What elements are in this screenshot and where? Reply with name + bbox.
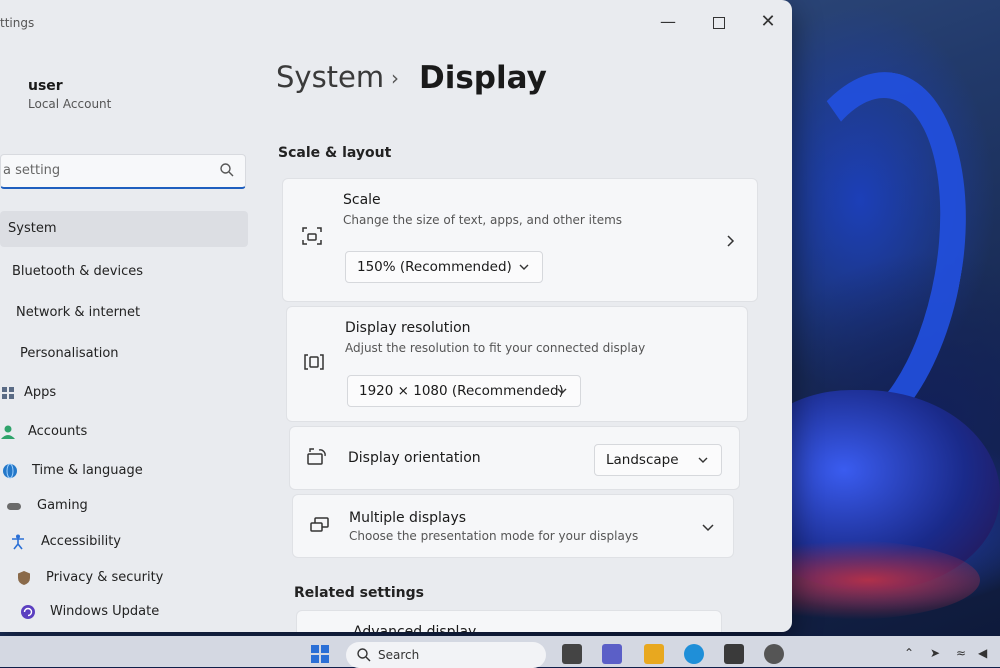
sidebar-item-label: Bluetooth & devices xyxy=(12,264,143,279)
app-title: ttings xyxy=(0,16,35,30)
task-view-icon[interactable] xyxy=(562,644,582,664)
chevron-right-icon[interactable] xyxy=(723,234,737,248)
resolution-value: 1920 × 1080 (Recommended) xyxy=(359,383,564,399)
resolution-card[interactable]: Display resolution Adjust the resolution… xyxy=(286,306,748,422)
scale-card[interactable]: Scale Change the size of text, apps, and… xyxy=(282,178,758,302)
orientation-card[interactable]: Display orientation Landscape xyxy=(289,426,740,490)
apps-icon xyxy=(2,387,14,399)
store-icon[interactable] xyxy=(724,644,744,664)
sidebar-item-bluetooth[interactable]: Bluetooth & devices xyxy=(12,254,242,290)
scale-dropdown[interactable]: 150% (Recommended) xyxy=(345,251,543,283)
resolution-dropdown[interactable]: 1920 × 1080 (Recommended) xyxy=(347,375,581,407)
taskbar-search[interactable]: Search xyxy=(346,642,546,668)
minimize-icon: — xyxy=(660,12,676,31)
advanced-display-title: Advanced display xyxy=(353,624,477,632)
chevron-down-icon xyxy=(519,264,529,270)
sidebar-item-accessibility[interactable]: Accessibility xyxy=(10,524,260,560)
edge-browser-icon[interactable] xyxy=(684,644,704,664)
sidebar-item-label: Network & internet xyxy=(16,305,141,320)
globe-icon xyxy=(3,463,17,479)
wifi-icon[interactable]: ≈ xyxy=(956,646,966,660)
multiple-displays-card[interactable]: Multiple displays Choose the presentatio… xyxy=(292,494,734,558)
shield-icon xyxy=(18,571,30,585)
chevron-up-icon[interactable]: ⌃ xyxy=(904,646,914,660)
sidebar-item-label: Personalisation xyxy=(20,346,119,361)
page-title: Display xyxy=(419,60,547,96)
search-icon xyxy=(220,163,234,177)
chevron-down-icon xyxy=(698,457,708,463)
sidebar-item-network[interactable]: Network & internet xyxy=(16,295,246,331)
scale-title: Scale xyxy=(343,192,381,208)
settings-window: ttings — ✕ user Local Account a setting … xyxy=(0,0,792,632)
person-icon xyxy=(1,425,15,439)
minimize-button[interactable]: — xyxy=(648,10,688,34)
sidebar-item-label: Time & language xyxy=(32,463,143,478)
orientation-title: Display orientation xyxy=(348,450,481,466)
breadcrumb-parent[interactable]: System xyxy=(276,60,384,94)
settings-gear-icon[interactable] xyxy=(764,644,784,664)
orientation-icon xyxy=(307,448,326,465)
close-button[interactable]: ✕ xyxy=(748,10,788,34)
sidebar-item-time-language[interactable]: Time & language xyxy=(2,453,252,489)
sidebar-item-privacy[interactable]: Privacy & security xyxy=(16,560,266,596)
sidebar-item-label: Gaming xyxy=(37,498,88,513)
advanced-display-card[interactable]: Advanced display xyxy=(296,610,722,632)
sidebar-item-gaming[interactable]: Gaming xyxy=(6,488,256,524)
orientation-value: Landscape xyxy=(606,452,679,468)
sidebar-item-label: Accessibility xyxy=(41,534,121,549)
sidebar-item-windows-update[interactable]: Windows Update xyxy=(20,594,270,630)
multiple-displays-icon xyxy=(310,517,329,532)
resolution-icon xyxy=(304,354,324,370)
user-name: user xyxy=(28,78,63,94)
search-placeholder: a setting xyxy=(3,163,61,178)
maximize-button[interactable] xyxy=(699,10,739,34)
taskbar-search-label: Search xyxy=(378,648,420,662)
sidebar-item-system[interactable]: System xyxy=(0,211,248,247)
volume-icon[interactable]: ◀ xyxy=(978,646,987,660)
sidebar-item-label: System xyxy=(8,221,57,236)
title-bar[interactable]: ttings — ✕ xyxy=(0,0,792,44)
send-icon[interactable]: ➤ xyxy=(930,646,940,660)
section-title-scale-layout: Scale & layout xyxy=(278,145,392,161)
gamepad-icon xyxy=(7,503,21,510)
sidebar-item-label: Windows Update xyxy=(50,604,160,619)
teams-icon[interactable] xyxy=(602,644,622,664)
taskbar: Search ⌃ ➤ ≈ ◀ xyxy=(0,636,1000,668)
update-icon xyxy=(21,605,35,619)
maximize-icon xyxy=(713,17,725,29)
sidebar-item-personalisation[interactable]: Personalisation xyxy=(20,336,250,372)
sidebar-item-label: Accounts xyxy=(28,424,88,439)
search-input[interactable]: a setting xyxy=(0,154,246,189)
user-account-type: Local Account xyxy=(28,97,112,111)
chevron-down-icon[interactable] xyxy=(701,520,715,534)
multiple-displays-title: Multiple displays xyxy=(349,510,467,526)
close-icon: ✕ xyxy=(760,11,776,32)
scale-description: Change the size of text, apps, and other… xyxy=(343,213,623,227)
chevron-down-icon xyxy=(557,388,567,394)
resolution-title: Display resolution xyxy=(345,320,471,336)
search-icon xyxy=(357,648,371,662)
breadcrumb-separator: › xyxy=(391,66,399,90)
resolution-description: Adjust the resolution to fit your connec… xyxy=(345,341,646,355)
sidebar-item-label: Apps xyxy=(24,385,57,400)
sidebar-item-accounts[interactable]: Accounts xyxy=(0,414,250,450)
sidebar-item-label: Privacy & security xyxy=(46,570,164,585)
sidebar-item-apps[interactable]: Apps xyxy=(0,375,250,411)
section-title-related-settings: Related settings xyxy=(294,585,424,601)
multiple-displays-description: Choose the presentation mode for your di… xyxy=(349,529,639,543)
sidebar: user Local Account a setting System Blue… xyxy=(0,44,262,632)
scale-icon xyxy=(302,227,322,245)
orientation-dropdown[interactable]: Landscape xyxy=(594,444,722,476)
windows-start-icon[interactable] xyxy=(310,644,330,664)
accessibility-icon xyxy=(12,534,24,550)
scale-value: 150% (Recommended) xyxy=(357,259,512,275)
file-explorer-icon[interactable] xyxy=(644,644,664,664)
